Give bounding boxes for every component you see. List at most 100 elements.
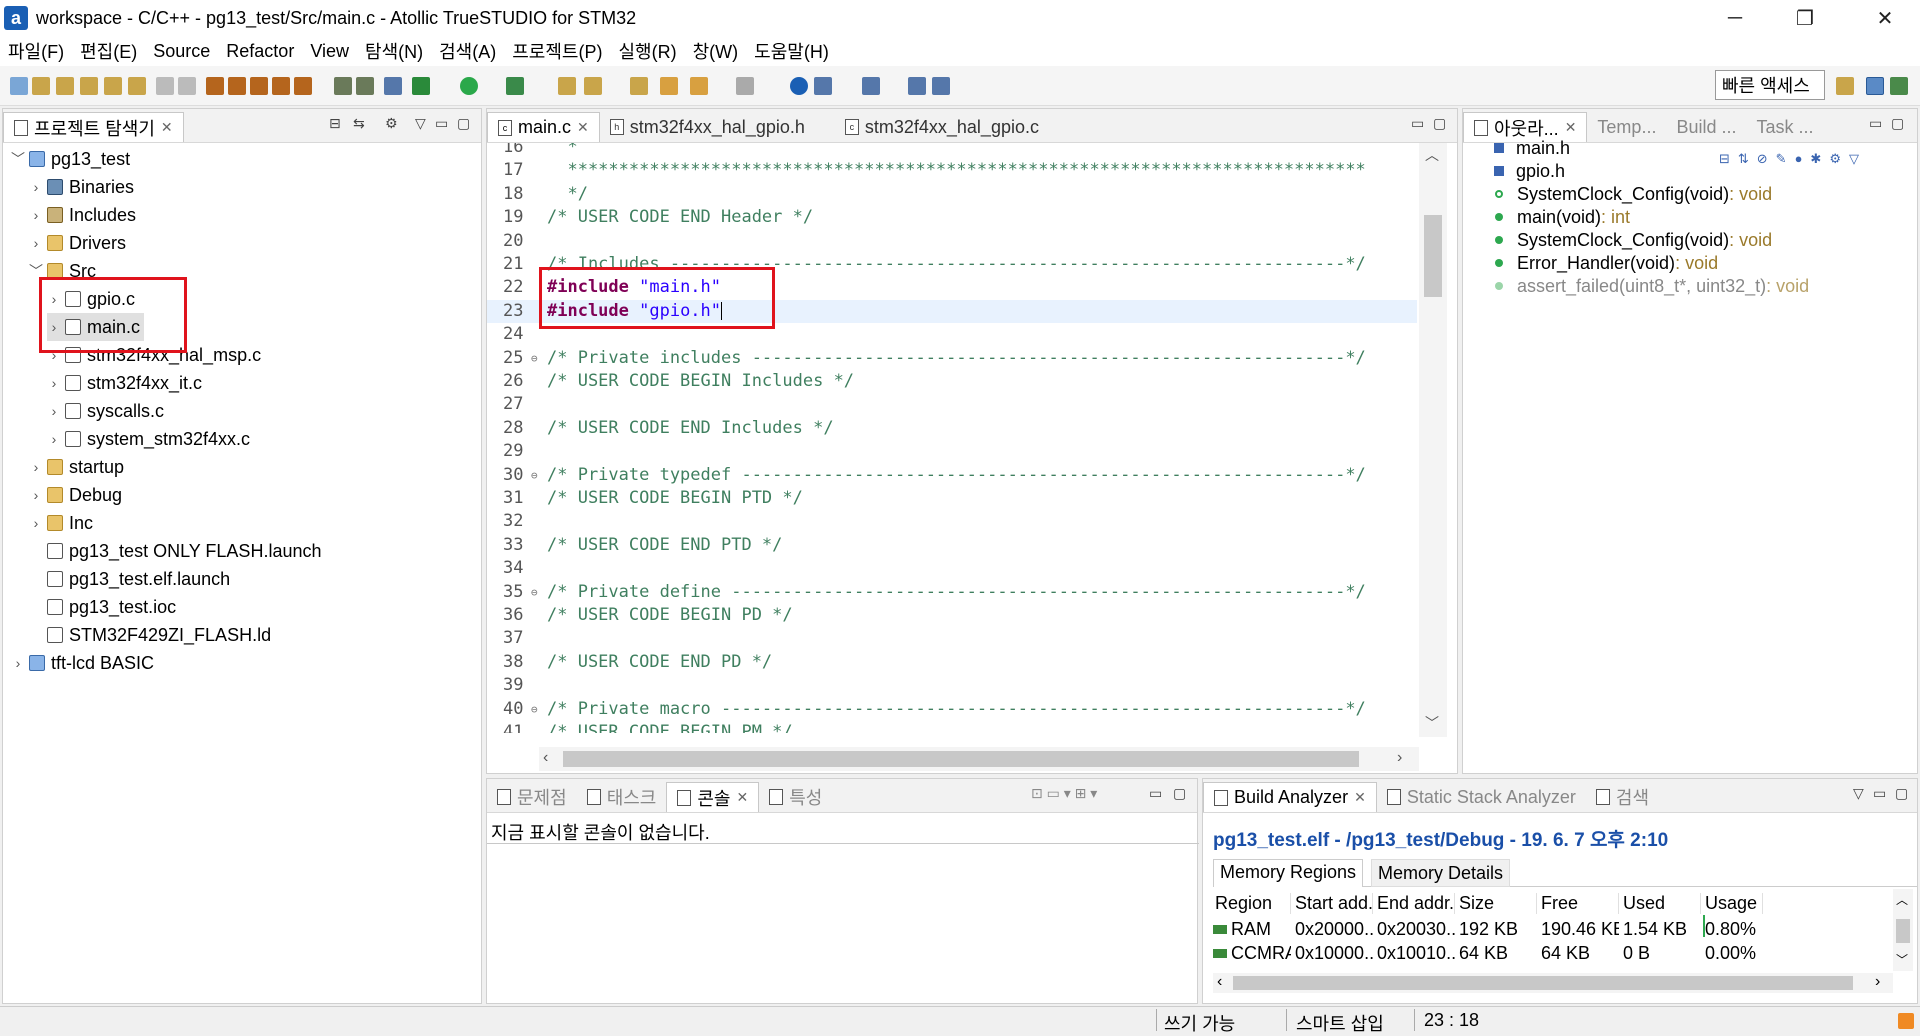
chevron-right-icon[interactable]: ›: [29, 179, 43, 195]
restore-button[interactable]: ❐: [1770, 0, 1840, 36]
chevron-down-icon[interactable]: ﹀: [11, 149, 25, 169]
tab-search[interactable]: 검색: [1586, 782, 1659, 812]
scroll-down-icon[interactable]: ﹀: [1425, 713, 1439, 733]
column-header[interactable]: Used: [1621, 893, 1701, 914]
window-icon[interactable]: [814, 77, 832, 95]
new-file-icon[interactable]: [128, 77, 146, 95]
column-header[interactable]: End addr...: [1375, 893, 1455, 914]
maximize-view-icon[interactable]: ▢: [457, 115, 470, 132]
new-header-file-icon[interactable]: [80, 77, 98, 95]
fold-toggle-icon[interactable]: ⊖: [531, 347, 538, 370]
new-source-folder-icon[interactable]: [32, 77, 50, 95]
maximize-icon[interactable]: [908, 77, 926, 95]
fold-toggle-icon[interactable]: ⊖: [531, 581, 538, 604]
tree-item[interactable]: › Inc: [29, 509, 93, 537]
tree-item[interactable]: STM32F429ZI_FLASH.ld: [29, 621, 271, 649]
new-icon[interactable]: [10, 77, 28, 95]
column-header[interactable]: Usage (: [1703, 893, 1763, 914]
table-vertical-scrollbar[interactable]: ︿ ﹀: [1893, 889, 1913, 971]
tree-item[interactable]: › tft-lcd BASIC: [11, 649, 154, 677]
tab-tasks[interactable]: 태스크: [577, 782, 667, 812]
build-all-icon[interactable]: [228, 77, 246, 95]
scroll-up-icon[interactable]: ︿: [1896, 891, 1908, 908]
maximize-view-icon[interactable]: ▢: [1895, 785, 1908, 802]
info-icon[interactable]: [790, 77, 808, 95]
c-cpp-perspective-icon[interactable]: [1866, 77, 1884, 95]
minimize-view-icon[interactable]: ▭: [1869, 115, 1882, 132]
terminal-icon[interactable]: [384, 77, 402, 95]
tab-properties[interactable]: 특성: [759, 782, 832, 812]
close-icon[interactable]: ✕: [1565, 119, 1577, 136]
scroll-down-icon[interactable]: ﹀: [1896, 951, 1908, 968]
tree-item[interactable]: pg13_test ONLY FLASH.launch: [29, 537, 321, 565]
save-all-icon[interactable]: [178, 77, 196, 95]
close-icon[interactable]: ✕: [161, 119, 173, 136]
chevron-right-icon[interactable]: ›: [29, 207, 43, 223]
tab-project-explorer[interactable]: 프로젝트 탐색기 ✕: [3, 112, 184, 142]
scrollbar-thumb[interactable]: [563, 751, 1359, 767]
tab-console[interactable]: 콘솔 ✕: [666, 782, 760, 812]
chevron-down-icon[interactable]: ▽: [1853, 785, 1864, 802]
collapse-all-icon[interactable]: ⊟: [329, 115, 341, 132]
tab-main-c[interactable]: c main.c ✕: [487, 112, 600, 142]
export-icon[interactable]: [932, 77, 950, 95]
chevron-down-icon[interactable]: ▽: [415, 115, 426, 132]
tree-item[interactable]: pg13_test.elf.launch: [29, 565, 230, 593]
chevron-right-icon[interactable]: ›: [11, 655, 25, 671]
column-header[interactable]: Start add...: [1293, 893, 1373, 914]
next-annotation-icon[interactable]: [630, 77, 648, 95]
menu-window[interactable]: 창(W): [693, 38, 739, 64]
tab-stm32f4xx-hal-gpio-h[interactable]: h stm32f4xx_hal_gpio.h: [600, 112, 815, 142]
tree-item[interactable]: › Debug: [29, 481, 122, 509]
menu-help[interactable]: 도움말(H): [754, 38, 829, 64]
chevron-right-icon[interactable]: ›: [47, 375, 61, 391]
menu-refactor[interactable]: Refactor: [226, 41, 294, 62]
back-icon[interactable]: [690, 77, 708, 95]
column-header[interactable]: Free: [1539, 893, 1619, 914]
scrollbar-thumb[interactable]: [1424, 215, 1442, 297]
run-icon[interactable]: [460, 77, 478, 95]
tree-item[interactable]: › syscalls.c: [47, 397, 164, 425]
forward-icon[interactable]: [736, 77, 754, 95]
tree-item[interactable]: › stm32f4xx_it.c: [47, 369, 202, 397]
table-row[interactable]: CCMRA 0x10000... 0x10010... 64 KB 64 KB 0 B 0.…: [1213, 943, 1889, 967]
scroll-right-icon[interactable]: ›: [1397, 749, 1402, 767]
chevron-right-icon[interactable]: ›: [29, 235, 43, 251]
minimize-view-icon[interactable]: ▭: [1873, 785, 1886, 802]
column-header[interactable]: Region: [1213, 893, 1291, 914]
vertical-scrollbar[interactable]: ︿ ﹀: [1419, 143, 1447, 737]
minimize-view-icon[interactable]: ▭: [435, 115, 448, 132]
table-row[interactable]: RAM 0x20000... 0x20030... 192 KB 190.46 KB 1.…: [1213, 915, 1889, 943]
scroll-left-icon[interactable]: ‹: [543, 749, 548, 767]
table-horizontal-scrollbar[interactable]: ‹ ›: [1213, 973, 1893, 993]
tab-templates[interactable]: Temp...: [1587, 112, 1666, 142]
rebuild-icon[interactable]: [272, 77, 290, 95]
chevron-right-icon[interactable]: ›: [47, 431, 61, 447]
scroll-left-icon[interactable]: ‹: [1217, 973, 1222, 991]
code-editor[interactable]: 16 * 17 *********************************…: [487, 143, 1417, 733]
rss-icon[interactable]: [1898, 1013, 1914, 1029]
maximize-view-icon[interactable]: ▢: [1173, 785, 1186, 802]
scroll-up-icon[interactable]: ︿: [1425, 145, 1439, 165]
chevron-right-icon[interactable]: ›: [29, 487, 43, 503]
previous-annotation-icon[interactable]: [660, 77, 678, 95]
view-menu-icon[interactable]: ⚙: [385, 115, 398, 132]
chevron-right-icon[interactable]: ›: [47, 403, 61, 419]
debug-icon[interactable]: [334, 77, 352, 95]
bug-icon[interactable]: [356, 77, 374, 95]
menu-run[interactable]: 실행(R): [618, 38, 676, 64]
debug-perspective-icon[interactable]: [1890, 77, 1908, 95]
menu-view[interactable]: View: [310, 41, 349, 62]
tree-item[interactable]: › Binaries: [29, 173, 134, 201]
tab-task-list[interactable]: Task ...: [1746, 112, 1823, 142]
clean-icon[interactable]: [250, 77, 268, 95]
debug-launch-icon[interactable]: [412, 77, 430, 95]
menu-search[interactable]: 검색(A): [439, 38, 496, 64]
tab-memory-regions[interactable]: Memory Regions: [1213, 859, 1364, 887]
new-source-file-icon[interactable]: [56, 77, 74, 95]
menu-edit[interactable]: 편집(E): [80, 38, 137, 64]
fold-toggle-icon[interactable]: ⊖: [531, 464, 538, 487]
link-editor-icon[interactable]: ⇆: [353, 115, 365, 132]
close-icon[interactable]: ✕: [737, 789, 749, 806]
tab-problems[interactable]: 문제점: [487, 782, 577, 812]
